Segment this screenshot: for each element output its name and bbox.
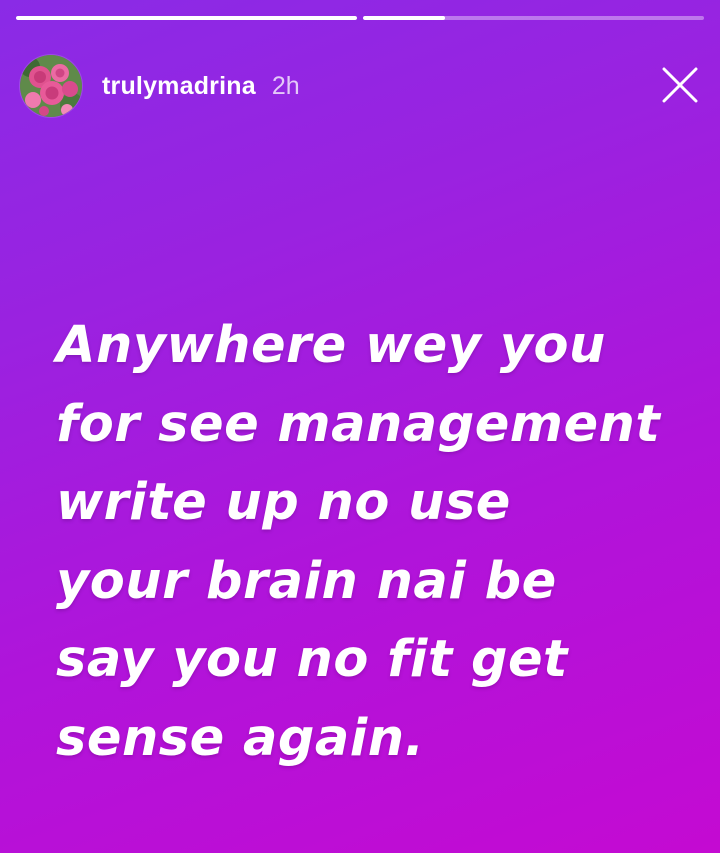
close-button[interactable] (662, 67, 698, 103)
username[interactable]: trulymadrina (102, 72, 256, 101)
progress-segment (363, 16, 704, 20)
story-text-line: write up no use (56, 473, 511, 532)
close-icon (662, 67, 698, 103)
story-text-line: your brain nai be (56, 551, 557, 611)
story-text-line: Anywhere wey you (56, 316, 606, 375)
story-text-line: say you no fit get (56, 630, 568, 689)
progress-segment (16, 16, 357, 20)
story-header: trulymadrina 2h (20, 53, 700, 119)
progress-fill (363, 16, 445, 20)
progress-fill (16, 16, 357, 20)
avatar[interactable] (20, 55, 82, 117)
story-text: Anywhere wey you for see management write … (56, 307, 696, 778)
post-time: 2h (271, 71, 300, 100)
rose-flowers-icon (20, 55, 82, 117)
story-viewer[interactable]: trulymadrina 2h Anywhere wey you for see … (0, 0, 720, 853)
story-progress-bar (16, 16, 704, 20)
story-text-line: sense again. (56, 708, 425, 768)
story-text-line: for see management (56, 394, 661, 454)
